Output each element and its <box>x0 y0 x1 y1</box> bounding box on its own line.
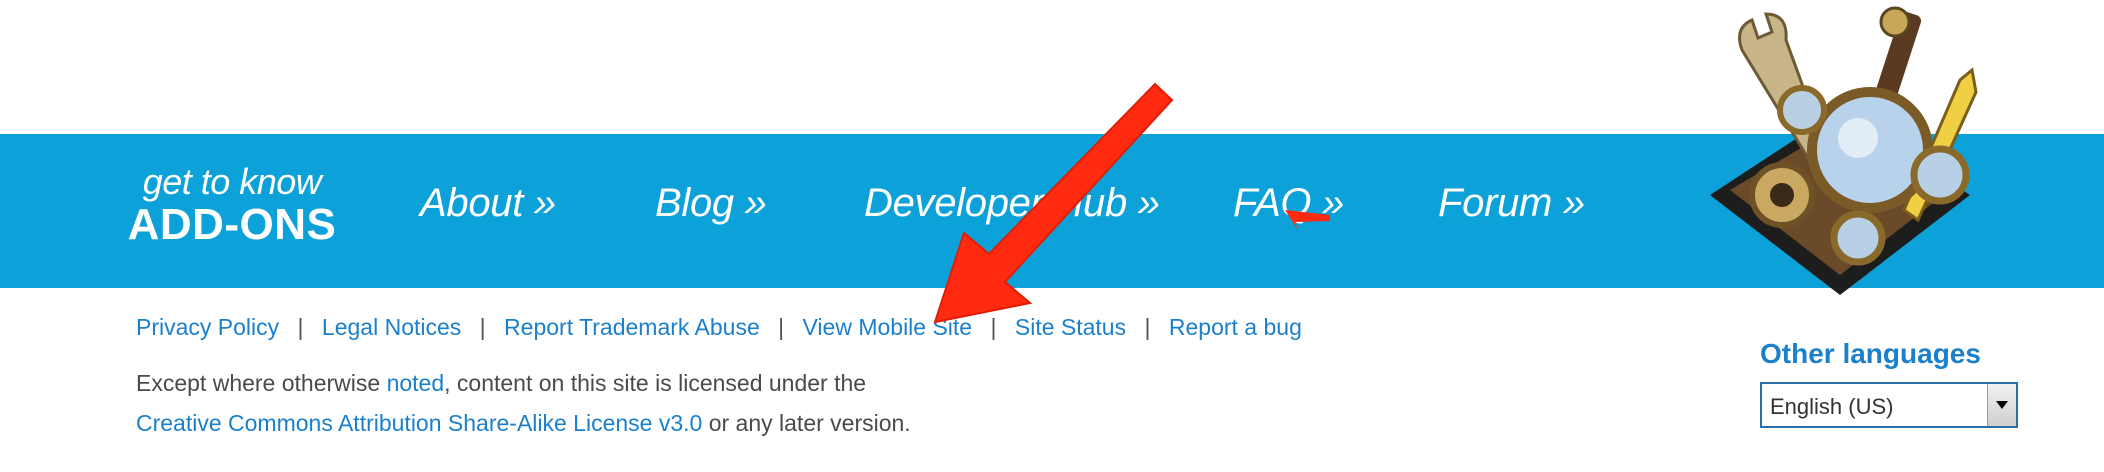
license-line-2: Creative Commons Attribution Share-Alike… <box>136 403 911 443</box>
language-selected-value: English (US) <box>1770 394 1894 419</box>
report-trademark-abuse-link[interactable]: Report Trademark Abuse <box>504 314 760 340</box>
site-status-link[interactable]: Site Status <box>1015 314 1126 340</box>
license-notice: Except where otherwise noted, content on… <box>136 363 911 443</box>
language-select[interactable]: English (US) <box>1760 382 2018 428</box>
license-line-1: Except where otherwise noted, content on… <box>136 363 911 403</box>
separator: | <box>1144 314 1151 340</box>
privacy-policy-link[interactable]: Privacy Policy <box>136 314 279 340</box>
separator: | <box>297 314 304 340</box>
cc-license-link[interactable]: Creative Commons Attribution Share-Alike… <box>136 410 702 436</box>
noted-link[interactable]: noted <box>387 370 445 396</box>
site-logo[interactable]: get to know ADD-ONS <box>127 162 337 248</box>
logo-tagline: get to know <box>142 161 322 202</box>
nav-forum-link[interactable]: Forum » <box>1438 178 1585 228</box>
nav-about-link[interactable]: About » <box>420 178 556 228</box>
separator: | <box>990 314 997 340</box>
nav-blog-link[interactable]: Blog » <box>655 178 767 228</box>
separator: | <box>479 314 486 340</box>
legal-notices-link[interactable]: Legal Notices <box>322 314 461 340</box>
report-bug-link[interactable]: Report a bug <box>1169 314 1302 340</box>
logo-title: ADD-ONS <box>127 200 337 249</box>
view-mobile-site-link[interactable]: View Mobile Site <box>803 314 973 340</box>
license-text: Except where otherwise <box>136 370 387 396</box>
nav-faq-link[interactable]: FAQ » <box>1233 178 1344 228</box>
nav-developer-hub-link[interactable]: Developer Hub » <box>864 178 1160 228</box>
addons-tools-illustration <box>1710 6 1978 295</box>
license-text: or any later version. <box>702 410 911 436</box>
other-languages-heading: Other languages <box>1760 338 1981 369</box>
chevron-down-icon[interactable] <box>1987 384 2016 426</box>
footer-links: Privacy Policy | Legal Notices | Report … <box>136 314 1302 341</box>
separator: | <box>778 314 785 340</box>
license-text: , content on this site is licensed under… <box>444 370 867 396</box>
